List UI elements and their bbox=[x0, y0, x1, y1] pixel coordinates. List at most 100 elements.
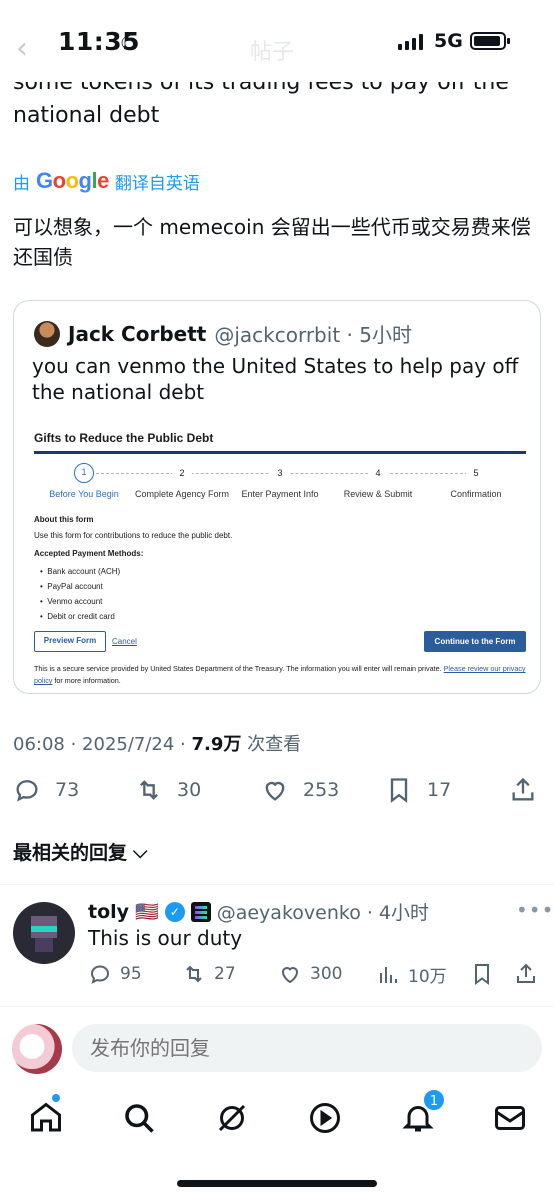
step-5: 5 Confirmation bbox=[416, 463, 536, 499]
chevron-down-icon: ⌵ bbox=[133, 840, 148, 863]
retweet-button[interactable]: 30 bbox=[135, 776, 201, 804]
reply-header: toly 🇺🇸 ✓ @aeyakovenko · 4小时 bbox=[88, 898, 429, 925]
more-options-icon[interactable]: ••• bbox=[516, 898, 554, 922]
reply-icon bbox=[90, 965, 110, 984]
tab-search[interactable] bbox=[121, 1100, 157, 1136]
methods-title: Accepted Payment Methods: bbox=[34, 549, 144, 558]
step-number: 2 bbox=[172, 463, 192, 483]
notification-badge: 1 bbox=[422, 1088, 446, 1112]
views-label: 次查看 bbox=[241, 734, 302, 755]
reply-retweet-button[interactable]: 27 bbox=[182, 962, 236, 986]
sort-label: 最相关的回复 bbox=[13, 842, 128, 864]
translated-by-label: 由 bbox=[13, 173, 30, 194]
bookmark-count: 17 bbox=[427, 779, 452, 801]
retweet-icon bbox=[140, 780, 158, 800]
signal-icon bbox=[398, 34, 423, 50]
bookmark-icon bbox=[390, 778, 408, 803]
share-icon bbox=[517, 963, 535, 983]
tab-home[interactable] bbox=[28, 1094, 64, 1136]
solana-logo-icon bbox=[190, 901, 211, 922]
tweet-actions: 73 30 253 17 bbox=[13, 776, 541, 808]
step-label: Confirmation bbox=[450, 489, 502, 499]
like-count: 300 bbox=[310, 964, 343, 984]
grok-icon bbox=[218, 1104, 246, 1132]
quoted-image-form[interactable]: Gifts to Reduce the Public Debt 1 Before… bbox=[34, 419, 528, 687]
reply-author-name[interactable]: toly bbox=[88, 901, 129, 923]
bookmark-button[interactable]: 17 bbox=[385, 776, 451, 804]
method-item: • Bank account (ACH) bbox=[40, 567, 121, 576]
bottom-tab-bar: 1 bbox=[0, 1086, 554, 1156]
reply-input[interactable] bbox=[72, 1024, 542, 1072]
quoted-author-handle: @jackcorrbit · 5小时 bbox=[214, 323, 412, 347]
share-button[interactable] bbox=[509, 776, 537, 804]
home-indicator bbox=[177, 1180, 377, 1187]
avatar[interactable] bbox=[12, 1024, 62, 1074]
form-divider bbox=[34, 451, 526, 454]
step-number: 1 bbox=[74, 463, 94, 483]
about-text: Use this form for contributions to reduc… bbox=[34, 531, 233, 540]
replies-sort-dropdown[interactable]: 最相关的回复 ⌵ bbox=[13, 838, 147, 865]
reply-author-handle: @aeyakovenko · 4小时 bbox=[216, 902, 430, 924]
reply-share-button[interactable] bbox=[514, 962, 538, 986]
cancel-link: Cancel bbox=[112, 637, 137, 646]
like-button[interactable]: 253 bbox=[261, 776, 339, 804]
heart-icon bbox=[265, 781, 285, 801]
retweet-count: 30 bbox=[177, 779, 202, 801]
reply-count: 73 bbox=[55, 779, 80, 801]
tweet-timestamp: 06:08 · 2025/7/24 · bbox=[13, 734, 192, 755]
reply-composer bbox=[0, 1016, 554, 1080]
view-count: 7.9万 bbox=[191, 734, 242, 755]
method-item: • Debit or credit card bbox=[40, 612, 115, 621]
translation-attribution[interactable]: 由 Google 翻译自英语 bbox=[13, 168, 200, 194]
method-item: • PayPal account bbox=[40, 582, 103, 591]
translated-from-label: 翻译自英语 bbox=[114, 173, 200, 194]
translated-text: 可以想象，一个 memecoin 会留出一些代币或交易费来偿还国债 bbox=[13, 215, 531, 269]
network-label: 5G bbox=[434, 30, 463, 52]
reply-reply-button[interactable]: 95 bbox=[88, 962, 142, 986]
reply-icon bbox=[16, 780, 38, 802]
form-title: Gifts to Reduce the Public Debt bbox=[34, 431, 214, 445]
back-arrow-icon[interactable]: ‹ bbox=[16, 34, 28, 64]
continue-button: Continue to the Form bbox=[424, 631, 526, 652]
page-title: 帖子 bbox=[250, 40, 295, 65]
avatar[interactable] bbox=[13, 902, 75, 964]
battery-icon bbox=[470, 32, 510, 50]
reply-button[interactable]: 73 bbox=[13, 776, 79, 804]
bookmark-icon bbox=[475, 964, 489, 985]
us-flag-icon: 🇺🇸 bbox=[135, 901, 159, 923]
mail-icon bbox=[495, 1106, 525, 1130]
reply-count: 95 bbox=[120, 964, 142, 984]
quoted-author-name[interactable]: Jack Corbett bbox=[68, 322, 206, 346]
form-steps: 1 Before You Begin 2 Complete Agency For… bbox=[34, 463, 528, 503]
tab-grok[interactable] bbox=[214, 1100, 250, 1136]
moon-icon: ☾ bbox=[120, 31, 138, 55]
views-count: 10万 bbox=[408, 967, 447, 987]
step-number: 5 bbox=[466, 463, 486, 483]
avatar[interactable] bbox=[34, 320, 60, 347]
reply-actions: 95 27 300 10万 bbox=[88, 962, 548, 990]
heart-icon bbox=[281, 967, 299, 984]
status-bar: ‹ 11:35 ☾ 帖子 5G bbox=[0, 0, 554, 82]
analytics-icon bbox=[380, 966, 397, 983]
retweet-icon bbox=[186, 965, 202, 983]
quoted-tweet[interactable]: Jack Corbett @jackcorrbit · 5小时 you can … bbox=[13, 300, 541, 694]
quoted-tweet-text: you can venmo the United States to help … bbox=[32, 354, 519, 404]
reply-text: This is our duty bbox=[88, 926, 243, 950]
home-icon bbox=[31, 1102, 61, 1132]
verified-badge-icon: ✓ bbox=[164, 901, 185, 922]
divider bbox=[0, 884, 554, 885]
tab-notifications[interactable]: 1 bbox=[400, 1088, 446, 1136]
step-number: 4 bbox=[368, 463, 388, 483]
preview-form-button: Preview Form bbox=[34, 631, 106, 652]
method-item: • Venmo account bbox=[40, 597, 103, 606]
tab-video[interactable] bbox=[307, 1100, 343, 1136]
tab-messages[interactable] bbox=[492, 1100, 528, 1136]
new-posts-dot bbox=[52, 1094, 60, 1102]
reply-views-button[interactable]: 10万 bbox=[376, 962, 447, 987]
divider bbox=[0, 1006, 554, 1007]
step-number: 3 bbox=[270, 463, 290, 483]
search-icon bbox=[125, 1104, 154, 1133]
tweet-meta: 06:08 · 2025/7/24 · 7.9万 次查看 bbox=[13, 730, 301, 756]
reply-like-button[interactable]: 300 bbox=[278, 962, 342, 986]
reply-bookmark-button[interactable] bbox=[470, 962, 494, 986]
